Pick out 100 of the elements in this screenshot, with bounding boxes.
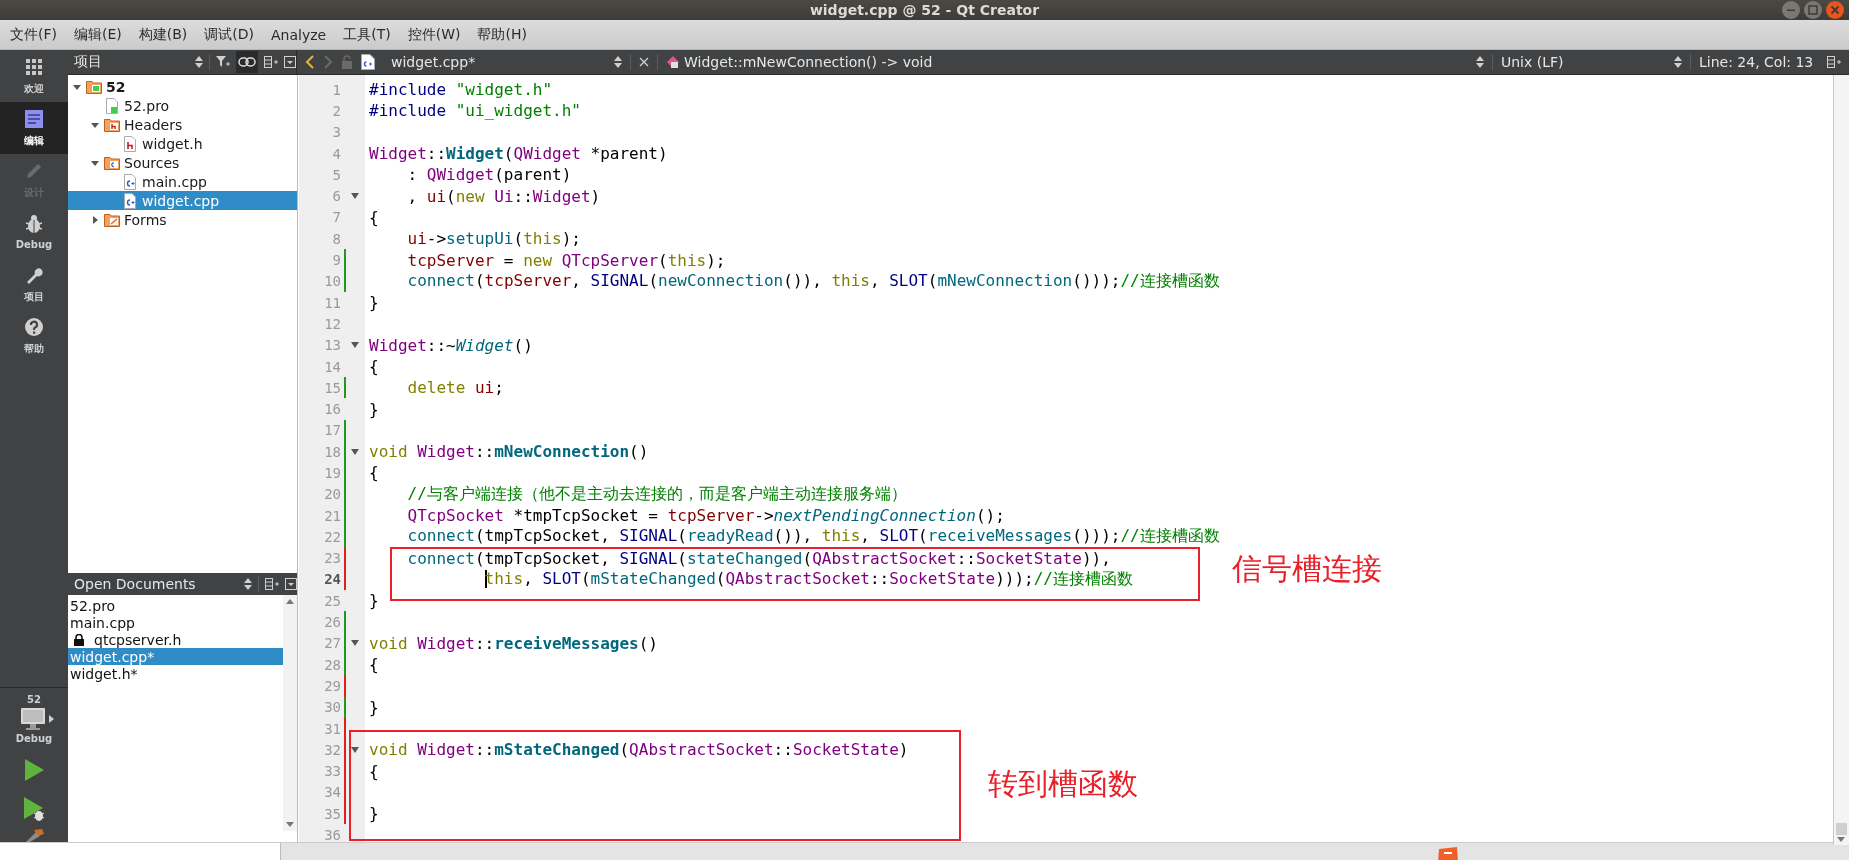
sort-arrows-icon[interactable] (1476, 56, 1484, 68)
minimize-button[interactable] (1781, 0, 1801, 20)
line-number: 17 (323, 422, 341, 439)
fold-arrow-icon[interactable] (351, 342, 359, 349)
sort-arrows-icon[interactable] (195, 56, 203, 68)
mode-button[interactable]: 项目 (0, 258, 68, 310)
document-item[interactable]: widget.cpp* (68, 648, 283, 665)
code-line: { (369, 463, 379, 483)
mode-button[interactable]: 编辑 (0, 102, 68, 154)
tree-item[interactable]: main.cpp (68, 172, 297, 191)
code-line: } (369, 804, 379, 824)
split-icon[interactable] (264, 56, 278, 68)
line-number: 26 (323, 614, 341, 631)
close-button[interactable] (1825, 0, 1845, 20)
line-number: 11 (323, 294, 341, 311)
fold-arrow-icon[interactable] (351, 193, 359, 200)
menu-item[interactable]: 文件(F) (4, 23, 63, 46)
cpp-file-icon (361, 54, 375, 70)
annotation-label: 信号槽连接 (1232, 550, 1382, 588)
monitor-icon (20, 707, 46, 731)
tree-item[interactable]: Sources (68, 153, 297, 172)
target-selector[interactable]: 52 Debug (0, 687, 68, 744)
line-number: 1 (331, 81, 341, 98)
menu-item[interactable]: 构建(B) (132, 23, 194, 46)
file-icon (122, 192, 138, 209)
grid-icon (24, 56, 44, 77)
fold-arrow-icon[interactable] (351, 640, 359, 647)
menu-item[interactable]: Analyze (265, 24, 333, 45)
code-line: void Widget::receiveMessages() (369, 633, 658, 653)
window-title: widget.cpp @ 52 - Qt Creator (809, 2, 1040, 18)
app-icon[interactable] (1436, 845, 1460, 860)
back-icon[interactable] (305, 55, 315, 69)
text-field[interactable] (0, 843, 281, 860)
line-number: 16 (323, 401, 341, 418)
line-number: 29 (323, 677, 341, 694)
mode-button[interactable]: 帮助 (0, 310, 68, 362)
document-item[interactable]: qtcpserver.h (68, 631, 283, 648)
menu-item[interactable]: 编辑(E) (68, 23, 128, 46)
line-number: 8 (331, 230, 341, 247)
sort-arrows-icon[interactable] (614, 56, 622, 68)
code-line: //与客户端连接（他不是主动去连接的，而是客户端主动连接服务端） (406, 483, 907, 505)
symbol-selector[interactable]: Widget::mNewConnection() -> void (684, 54, 933, 70)
fold-arrow-icon[interactable] (351, 448, 359, 455)
menu-item[interactable]: 控件(W) (401, 23, 467, 46)
document-item[interactable]: widget.h* (68, 665, 283, 682)
code-line: delete ui; (406, 378, 504, 398)
line-number: 34 (323, 784, 341, 801)
build-config: Debug (15, 733, 53, 744)
line-number: 10 (323, 273, 341, 290)
document-item[interactable]: 52.pro (68, 597, 283, 614)
collapse-arrow-icon (90, 214, 100, 225)
panel-title: 项目 (74, 53, 103, 71)
folder-icon (104, 154, 120, 171)
line-number: 21 (323, 507, 341, 524)
maximize-button[interactable] (1803, 0, 1823, 20)
line-number: 20 (323, 486, 341, 503)
line-number: 27 (323, 635, 341, 652)
link-icon[interactable] (236, 51, 258, 73)
annotation-label: 转到槽函数 (988, 765, 1138, 803)
fold-arrow-icon[interactable] (351, 746, 359, 753)
folder-icon (86, 78, 102, 95)
tree-item[interactable]: widget.cpp (68, 191, 297, 210)
tree-item[interactable]: widget.h (68, 134, 297, 153)
mode-button[interactable]: Debug (0, 206, 68, 258)
help-icon (24, 316, 44, 337)
tree-item[interactable]: 52 (68, 77, 297, 96)
menu-item[interactable]: 调试(D) (198, 23, 260, 46)
code-line: tcpServer = new QTcpServer(this); (406, 250, 726, 270)
split-icon[interactable] (1827, 56, 1841, 68)
line-number: 24 (323, 571, 341, 588)
sort-arrows-icon[interactable] (1674, 56, 1682, 68)
tree-item[interactable]: 52.pro (68, 96, 297, 115)
file-icon (122, 173, 138, 190)
line-number: 30 (323, 699, 341, 716)
file-icon (122, 135, 138, 152)
menu-item[interactable]: 工具(T) (337, 23, 397, 46)
code-line: void Widget::mStateChanged(QAbstractSocket::SocketState) (369, 740, 909, 760)
mode-button[interactable]: 欢迎 (0, 50, 68, 102)
line-number: 31 (323, 720, 341, 737)
line-number: 12 (323, 315, 341, 332)
file-selector[interactable]: widget.cpp* (383, 54, 606, 70)
lock-icon (74, 633, 84, 646)
cursor-position: Line: 24, Col: 13 (1699, 54, 1815, 70)
debug-run-button[interactable] (22, 796, 46, 822)
run-button[interactable] (23, 758, 45, 782)
folder-icon (104, 116, 120, 133)
code-line: } (369, 293, 379, 313)
document-item[interactable]: main.cpp (68, 614, 283, 631)
code-line: } (369, 697, 379, 717)
sort-arrows-icon[interactable] (244, 578, 252, 590)
tree-item[interactable]: Forms (68, 210, 297, 229)
menu-item[interactable]: 帮助(H) (471, 23, 533, 46)
split-icon[interactable] (265, 578, 279, 590)
filter-icon[interactable] (216, 56, 230, 68)
folder-icon (104, 211, 120, 228)
line-number: 32 (323, 741, 341, 758)
code-line: { (369, 655, 379, 675)
symbol-icon (666, 55, 680, 69)
tree-item[interactable]: Headers (68, 115, 297, 134)
line-ending-selector[interactable]: Unix (LF) (1501, 54, 1666, 70)
